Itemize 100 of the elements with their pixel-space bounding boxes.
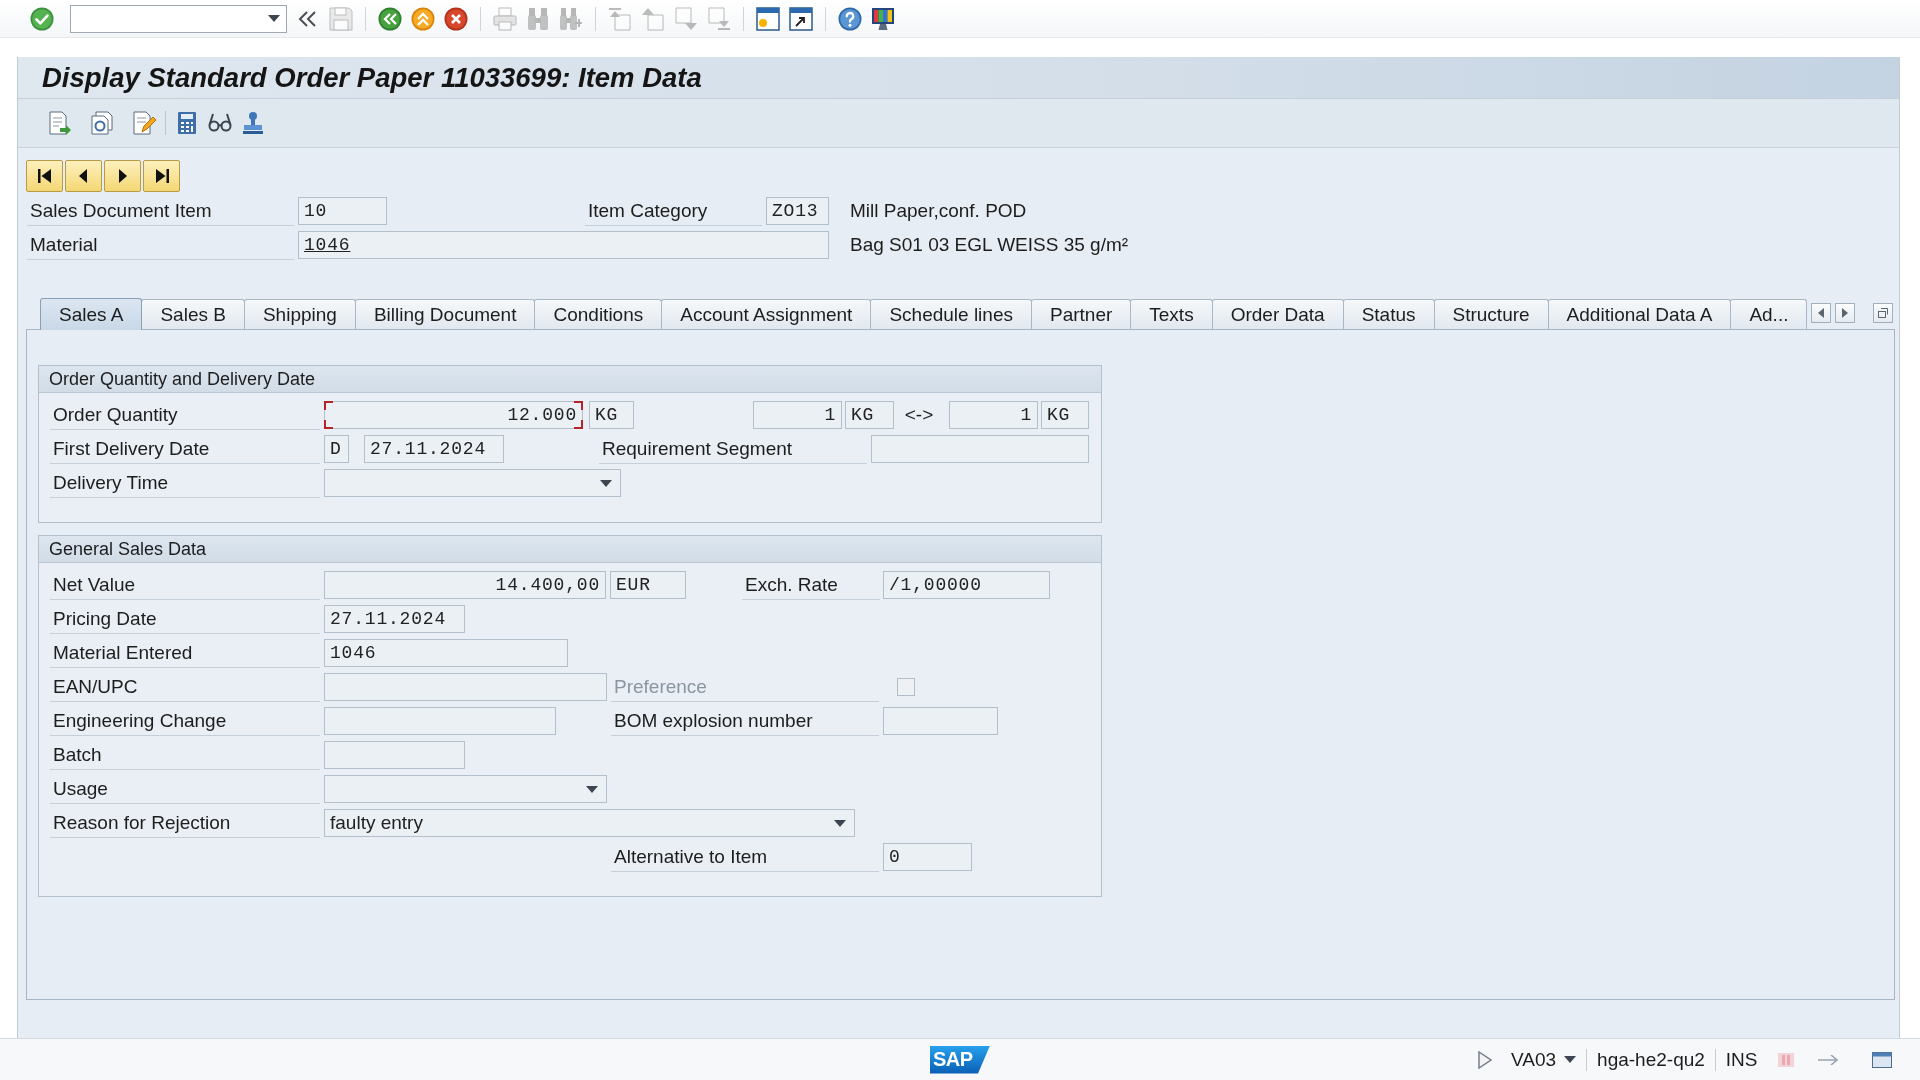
field-label: Requirement Segment (599, 434, 867, 464)
tab[interactable]: Shipping (243, 299, 356, 329)
input-mode: INS (1725, 1048, 1758, 1071)
tab[interactable]: Conditions (534, 299, 663, 329)
field-label: First Delivery Date (50, 434, 320, 464)
field-label: Exch. Rate (742, 570, 880, 600)
tab[interactable]: Sales A (40, 298, 143, 330)
info-text: Bag S01 03 EGL WEISS 35 g/m² (850, 234, 1129, 256)
tab[interactable]: Partner (1031, 299, 1132, 329)
arrow-icon (1817, 1054, 1840, 1065)
input-field[interactable]: ZO13 (766, 197, 829, 225)
tab[interactable]: Structure (1433, 299, 1549, 329)
skip-end-icon (153, 168, 170, 184)
input-field[interactable] (324, 707, 556, 735)
caret-icon (834, 819, 846, 827)
field-label: Batch (50, 740, 320, 770)
window-title: Display Standard Order Paper 11033699: Item Data (42, 61, 702, 94)
caret-icon (600, 479, 612, 487)
sap-logo: SAP (930, 1045, 990, 1074)
caret-icon[interactable] (1564, 1056, 1577, 1063)
enter-icon[interactable] (30, 6, 54, 31)
tab[interactable]: Status (1342, 299, 1435, 329)
first-item-button[interactable] (26, 160, 63, 192)
field-label: BOM explosion number (611, 706, 879, 736)
field-label: Net Value (50, 570, 320, 600)
input-field[interactable]: 27.11.2024 (324, 605, 465, 633)
field-label: Order Quantity (50, 400, 320, 430)
input-field[interactable]: /1,00000 (883, 571, 1050, 599)
input-field[interactable]: 27.11.2024 (364, 435, 504, 463)
scroll-tabs-left-button[interactable] (1811, 303, 1831, 323)
section-header: Order Quantity and Delivery Date (39, 366, 1101, 393)
field-label: Reason for Rejection (50, 808, 320, 838)
previous-item-button[interactable] (65, 160, 102, 192)
amount-field[interactable]: 1 (753, 401, 842, 429)
input-field[interactable]: 1046 (324, 639, 568, 667)
new-window-icon[interactable] (756, 6, 780, 31)
play-icon[interactable] (1478, 1050, 1492, 1069)
unit-field[interactable]: KG (589, 401, 634, 429)
indicator-icon (1777, 1052, 1794, 1067)
document-arrow-icon[interactable] (48, 111, 72, 135)
back-icon[interactable] (378, 6, 402, 31)
field-label: Engineering Change (50, 706, 320, 736)
field-label: Pricing Date (50, 604, 320, 634)
documents-icon[interactable] (90, 111, 114, 135)
input-field[interactable] (324, 741, 465, 769)
input-field[interactable]: 10 (298, 197, 387, 225)
tab[interactable]: Order Data (1211, 299, 1344, 329)
unit-field[interactable]: EUR (610, 571, 686, 599)
skip-start-icon (36, 168, 53, 184)
input-field[interactable] (883, 707, 998, 735)
windows-icon (1878, 308, 1888, 318)
scroll-tabs-right-button[interactable] (1835, 303, 1855, 323)
cancel-icon[interactable] (444, 6, 468, 31)
tab[interactable]: Ad... (1730, 299, 1808, 329)
section-header: General Sales Data (39, 536, 1101, 563)
document-pencil-icon[interactable] (132, 111, 156, 135)
tab[interactable]: Billing Document (354, 299, 536, 329)
unit-field[interactable]: KG (845, 401, 894, 429)
info-text: Mill Paper,conf. POD (850, 200, 1027, 222)
tab-list-button[interactable] (1873, 303, 1893, 323)
command-field[interactable] (70, 4, 287, 33)
input-field[interactable] (871, 435, 1089, 463)
monitor-icon[interactable] (871, 6, 895, 31)
input-field[interactable] (324, 673, 607, 701)
dropdown-field[interactable] (324, 775, 607, 803)
unit-field[interactable]: KG (1041, 401, 1089, 429)
field-label: Usage (50, 774, 320, 804)
field-label: Material Entered (50, 638, 320, 668)
field-label: Sales Document Item (27, 196, 294, 226)
stamp-icon[interactable] (241, 111, 265, 135)
field-label: Material (27, 230, 294, 260)
amount-field[interactable]: 1 (949, 401, 1038, 429)
field-label: Preference (611, 672, 879, 702)
input-field[interactable]: D (324, 435, 349, 463)
exit-icon[interactable] (411, 6, 435, 31)
window-icon[interactable] (1871, 1051, 1892, 1068)
help-icon[interactable] (838, 6, 862, 31)
last-item-button[interactable] (143, 160, 180, 192)
field-label: Delivery Time (50, 468, 320, 498)
info-text: <-> (903, 404, 935, 426)
caret-icon (268, 15, 280, 22)
dropdown-field[interactable]: faulty entry (324, 809, 855, 837)
transaction-code[interactable]: VA03 (1511, 1048, 1557, 1071)
amount-field[interactable]: 12.000 (324, 401, 583, 429)
shortcut-window-icon[interactable] (789, 6, 813, 31)
field-label: EAN/UPC (50, 672, 320, 702)
tab[interactable]: Additional Data A (1547, 299, 1732, 329)
tab[interactable]: Sales B (141, 299, 245, 329)
tab[interactable]: Account Assignment (661, 299, 872, 329)
tab[interactable]: Schedule lines (870, 299, 1032, 329)
amount-field[interactable]: 14.400,00 (324, 571, 606, 599)
field-label: Item Category (585, 196, 762, 226)
link-field[interactable]: 1046 (298, 231, 829, 259)
field-label: Alternative to Item (611, 842, 879, 872)
calculator-icon[interactable] (175, 111, 199, 135)
input-field[interactable]: 0 (883, 843, 972, 871)
dropdown-field[interactable] (324, 469, 621, 497)
triangle-right-icon (1841, 308, 1849, 318)
next-item-button[interactable] (104, 160, 141, 192)
tab[interactable]: Texts (1130, 299, 1213, 329)
